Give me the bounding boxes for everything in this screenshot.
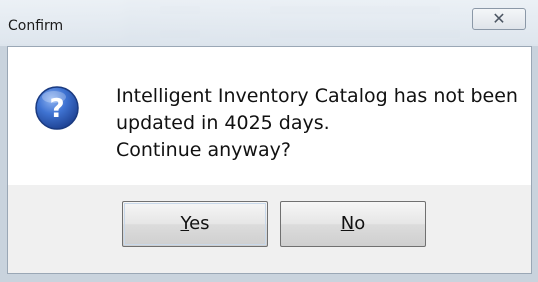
question-icon: ?: [35, 86, 79, 130]
no-mnemonic: N: [340, 213, 355, 234]
yes-label-rest: es: [189, 213, 210, 234]
close-icon: ✕: [492, 9, 506, 28]
confirm-dialog: Confirm ✕ ? Intelligent Inventory Catalo…: [0, 0, 538, 282]
window-title: Confirm: [8, 18, 64, 34]
yes-button-label: Yes: [180, 213, 209, 234]
dialog-body: ? Intelligent Inventory Catalog has not …: [7, 46, 532, 274]
no-button-label: No: [341, 213, 365, 234]
close-button[interactable]: ✕: [472, 8, 526, 30]
title-bar[interactable]: Confirm ✕: [0, 0, 538, 46]
message-text: Intelligent Inventory Catalog has not be…: [116, 83, 518, 164]
message-line: Continue anyway?: [116, 139, 291, 161]
message-line: updated in 4025 days.: [116, 112, 330, 134]
yes-button[interactable]: Yes: [122, 201, 268, 247]
yes-mnemonic: Y: [180, 213, 190, 234]
message-line: Intelligent Inventory Catalog has not be…: [116, 85, 518, 107]
no-button[interactable]: No: [280, 201, 426, 247]
no-label-rest: o: [354, 213, 366, 234]
svg-text:?: ?: [49, 94, 64, 124]
button-area: [8, 185, 531, 273]
